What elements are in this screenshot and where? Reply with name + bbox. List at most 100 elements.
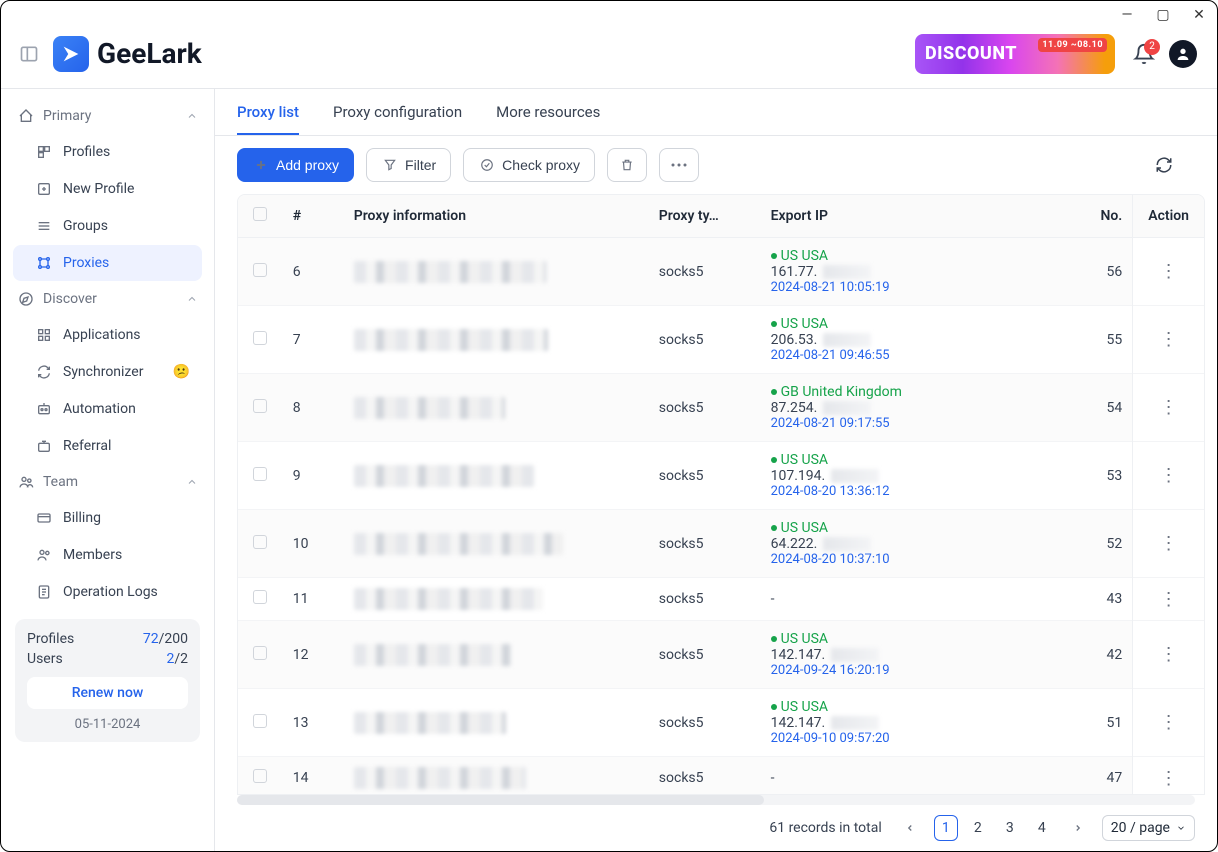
user-avatar[interactable] bbox=[1169, 40, 1197, 68]
row-index: 14 bbox=[283, 757, 344, 796]
sidebar-item-referral[interactable]: Referral bbox=[13, 428, 202, 464]
filter-button[interactable]: Filter bbox=[366, 148, 451, 182]
proxy-info-redacted bbox=[354, 767, 526, 789]
row-actions-button[interactable]: ⋮ bbox=[1160, 644, 1178, 665]
profiles-total: /200 bbox=[159, 631, 188, 647]
ip-value: 87.254. bbox=[771, 400, 1056, 416]
renew-button[interactable]: Renew now bbox=[27, 677, 188, 709]
sidebar-item-synchronizer[interactable]: Synchronizer😕 bbox=[13, 354, 202, 390]
sidebar-item-new-profile[interactable]: New Profile bbox=[13, 171, 202, 207]
sidebar: PrimaryProfilesNew ProfileGroupsProxiesD… bbox=[1, 89, 215, 851]
pagination-total: 61 records in total bbox=[769, 820, 881, 836]
proxy-type: socks5 bbox=[649, 442, 761, 510]
timestamp: 2024-08-20 13:36:12 bbox=[771, 484, 1056, 499]
row-checkbox[interactable] bbox=[253, 263, 267, 277]
sidebar-group-primary[interactable]: Primary bbox=[9, 99, 206, 133]
table-row: 12socks5US USA142.147.2024-09-24 16:20:1… bbox=[238, 621, 1204, 689]
page-prev[interactable] bbox=[898, 815, 922, 841]
applications-icon bbox=[35, 326, 53, 344]
chevron-up-icon bbox=[186, 293, 198, 305]
sidebar-item-operation-logs[interactable]: Operation Logs bbox=[13, 574, 202, 610]
page-3[interactable]: 3 bbox=[998, 815, 1022, 841]
tabs: Proxy list Proxy configuration More resour… bbox=[215, 89, 1217, 136]
filter-label: Filter bbox=[405, 157, 436, 173]
members-icon bbox=[35, 546, 53, 564]
row-number: 53 bbox=[1066, 442, 1133, 510]
more-button[interactable] bbox=[659, 148, 699, 182]
sidebar-toggle-icon[interactable] bbox=[17, 42, 41, 66]
row-actions-button[interactable]: ⋮ bbox=[1160, 397, 1178, 418]
tab-more-resources[interactable]: More resources bbox=[496, 103, 600, 135]
sidebar-item-groups[interactable]: Groups bbox=[13, 208, 202, 244]
discount-label: DISCOUNT bbox=[925, 43, 1017, 64]
page-2[interactable]: 2 bbox=[966, 815, 990, 841]
add-proxy-button[interactable]: Add proxy bbox=[237, 148, 354, 182]
per-page-select[interactable]: 20 / page bbox=[1102, 815, 1195, 841]
sidebar-item-proxies[interactable]: Proxies bbox=[13, 245, 202, 281]
row-actions-button[interactable]: ⋮ bbox=[1160, 465, 1178, 486]
toolbar: Add proxy Filter Check proxy bbox=[215, 136, 1217, 194]
synchronizer-icon bbox=[35, 363, 53, 381]
horizontal-scrollbar[interactable] bbox=[237, 795, 1195, 805]
proxy-type: socks5 bbox=[649, 306, 761, 374]
sidebar-item-applications[interactable]: Applications bbox=[13, 317, 202, 353]
column-checkbox[interactable] bbox=[238, 195, 283, 238]
proxy-type: socks5 bbox=[649, 689, 761, 757]
sidebar-group-team[interactable]: Team bbox=[9, 465, 206, 499]
country-label: US USA bbox=[771, 316, 1056, 332]
window-minimize[interactable]: — bbox=[1119, 7, 1135, 23]
row-checkbox[interactable] bbox=[253, 467, 267, 481]
row-checkbox[interactable] bbox=[253, 590, 267, 604]
row-actions-button[interactable]: ⋮ bbox=[1160, 261, 1178, 282]
row-number: 51 bbox=[1066, 689, 1133, 757]
delete-button[interactable] bbox=[607, 148, 647, 182]
column-action: Action bbox=[1133, 195, 1204, 238]
row-checkbox[interactable] bbox=[253, 399, 267, 413]
sidebar-item-members[interactable]: Members bbox=[13, 537, 202, 573]
column-no: No. bbox=[1066, 195, 1133, 238]
page-4[interactable]: 4 bbox=[1030, 815, 1054, 841]
sidebar-item-profiles[interactable]: Profiles bbox=[13, 134, 202, 170]
referral-icon bbox=[35, 437, 53, 455]
page-next[interactable] bbox=[1066, 815, 1090, 841]
row-actions-button[interactable]: ⋮ bbox=[1160, 533, 1178, 554]
row-index: 10 bbox=[283, 510, 344, 578]
row-actions-button[interactable]: ⋮ bbox=[1160, 712, 1178, 733]
timestamp: 2024-08-21 09:17:55 bbox=[771, 416, 1056, 431]
row-checkbox[interactable] bbox=[253, 769, 267, 783]
profiles-current: 72 bbox=[143, 631, 159, 647]
ellipsis-icon bbox=[670, 156, 688, 174]
proxies-icon bbox=[35, 254, 53, 272]
tab-proxy-list[interactable]: Proxy list bbox=[237, 103, 299, 135]
row-actions-button[interactable]: ⋮ bbox=[1160, 589, 1178, 610]
table-row: 11socks5-43⋮ bbox=[238, 578, 1204, 621]
row-index: 6 bbox=[283, 238, 344, 306]
refresh-button[interactable] bbox=[1155, 156, 1173, 174]
profiles-label: Profiles bbox=[27, 631, 74, 647]
row-number: 47 bbox=[1066, 757, 1133, 796]
row-checkbox[interactable] bbox=[253, 535, 267, 549]
table-row: 9socks5US USA107.194.2024-08-20 13:36:12… bbox=[238, 442, 1204, 510]
sidebar-item-extra: 😕 bbox=[173, 364, 190, 380]
sidebar-item-automation[interactable]: Automation bbox=[13, 391, 202, 427]
window-controls: — ▢ ✕ bbox=[1119, 7, 1207, 23]
ip-value: 142.147. bbox=[771, 715, 1056, 731]
window-close[interactable]: ✕ bbox=[1191, 7, 1207, 23]
row-actions-button[interactable]: ⋮ bbox=[1160, 329, 1178, 350]
row-checkbox[interactable] bbox=[253, 714, 267, 728]
row-checkbox[interactable] bbox=[253, 331, 267, 345]
sidebar-item-label: Operation Logs bbox=[63, 584, 158, 600]
sidebar-group-discover[interactable]: Discover bbox=[9, 282, 206, 316]
sidebar-item-billing[interactable]: Billing bbox=[13, 500, 202, 536]
notifications-button[interactable]: 2 bbox=[1133, 43, 1155, 65]
chevron-up-icon bbox=[186, 110, 198, 122]
discount-banner[interactable]: DISCOUNT 11.09 ~08.10 bbox=[915, 34, 1115, 74]
row-checkbox[interactable] bbox=[253, 646, 267, 660]
row-actions-button[interactable]: ⋮ bbox=[1160, 768, 1178, 789]
tab-proxy-configuration[interactable]: Proxy configuration bbox=[333, 103, 462, 135]
page-1[interactable]: 1 bbox=[934, 815, 958, 841]
ip-value: - bbox=[771, 770, 775, 786]
column-exportip: Export IP bbox=[761, 195, 1066, 238]
check-proxy-button[interactable]: Check proxy bbox=[463, 148, 595, 182]
window-maximize[interactable]: ▢ bbox=[1155, 7, 1171, 23]
